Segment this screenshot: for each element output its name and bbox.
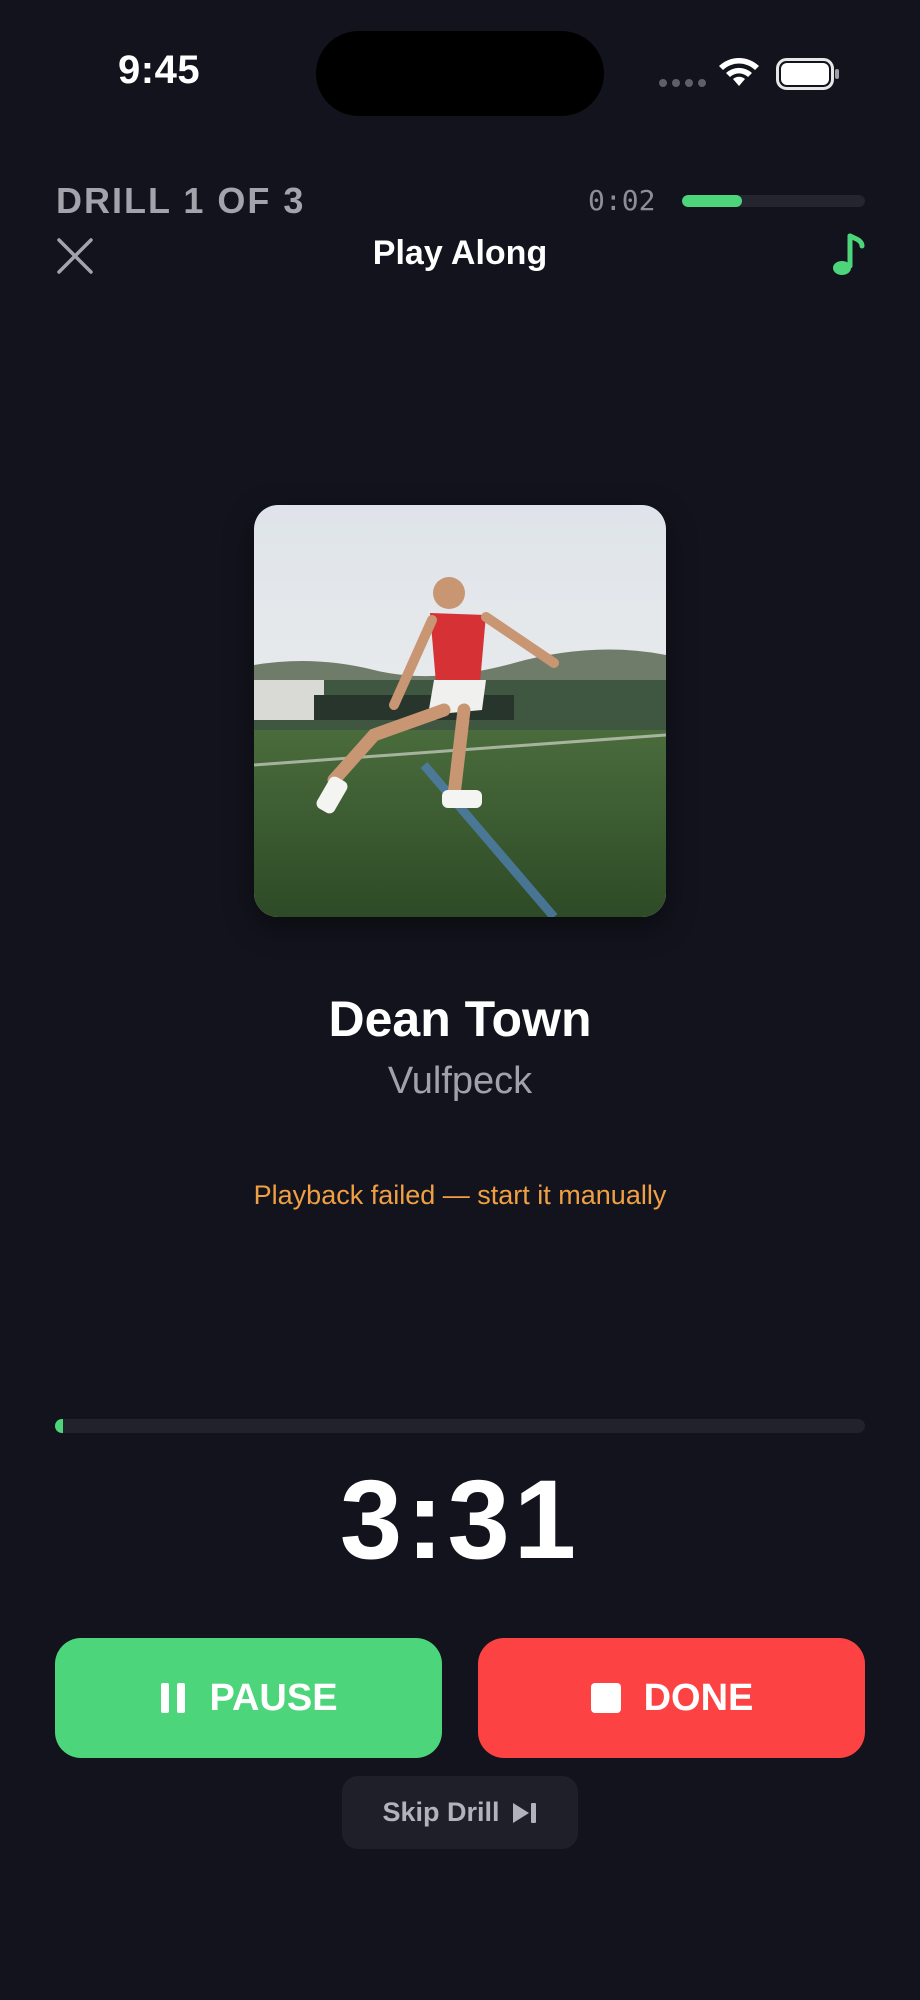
skip-forward-icon: [512, 1802, 536, 1823]
drill-progress-fill: [682, 195, 743, 207]
done-label: DONE: [643, 1676, 754, 1719]
song-progress-fill: [55, 1419, 64, 1433]
song-progress-bar[interactable]: [55, 1419, 865, 1433]
dynamic-island: [316, 31, 604, 116]
skip-drill-button[interactable]: Skip Drill: [342, 1776, 578, 1849]
pause-label: PAUSE: [209, 1676, 338, 1719]
playback-error-message: Playback failed — start it manually: [253, 1180, 667, 1210]
pause-icon: [161, 1683, 186, 1713]
signal-icon: [659, 79, 706, 87]
artist-name: Vulfpeck: [387, 1060, 533, 1102]
elapsed-time: 0:02: [588, 184, 656, 217]
battery-icon: [776, 58, 839, 90]
drill-progress-bar: [682, 195, 865, 207]
done-button[interactable]: DONE: [478, 1638, 865, 1758]
music-note-icon[interactable]: [826, 232, 866, 280]
pause-button[interactable]: PAUSE: [55, 1638, 442, 1758]
song-title: Dean Town: [328, 991, 592, 1047]
status-time: 9:45: [118, 48, 201, 92]
wifi-icon: [719, 58, 759, 86]
remaining-time: 3:31: [339, 1457, 581, 1582]
album-art: [254, 505, 666, 917]
stop-icon: [590, 1683, 621, 1713]
page-title: Play Along: [372, 234, 548, 272]
drill-counter: DRILL 1 OF 3: [56, 180, 306, 221]
skip-drill-label: Skip Drill: [382, 1797, 500, 1827]
